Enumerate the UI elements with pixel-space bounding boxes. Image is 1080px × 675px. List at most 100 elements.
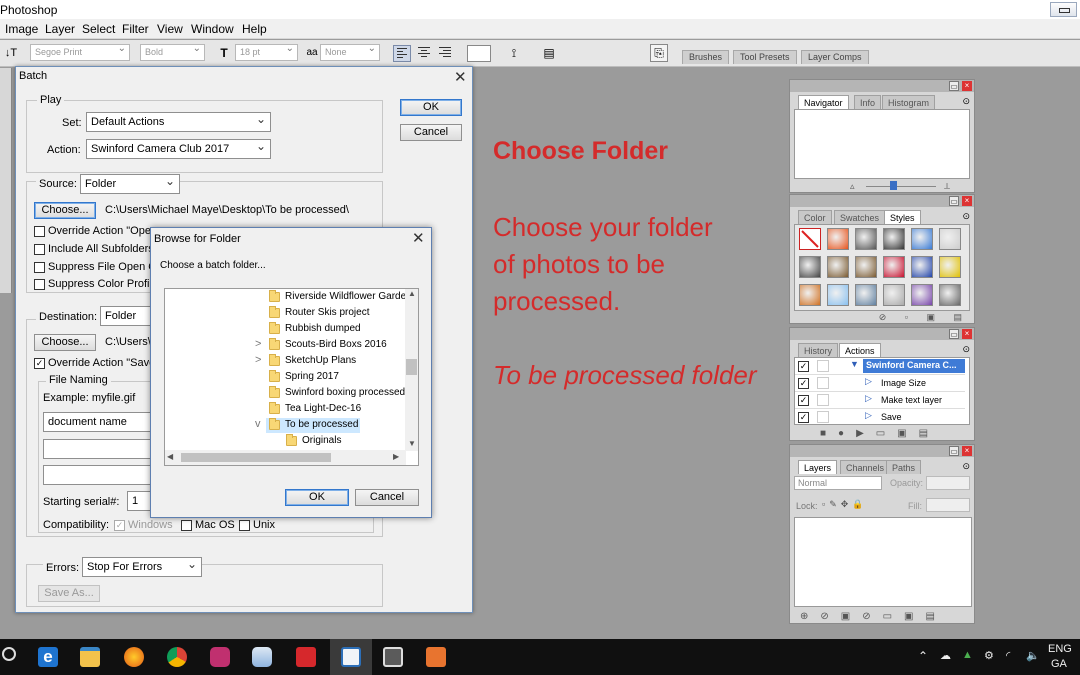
scroll-down-icon[interactable]: ▼ — [408, 439, 416, 448]
cloud-icon[interactable]: ☁ — [940, 649, 951, 662]
source-choose-button[interactable]: Choose... — [34, 202, 96, 219]
folder-node[interactable]: Rubbish dumped — [165, 322, 405, 337]
lock-icons[interactable]: ▫✎✥🔒 — [822, 499, 867, 510]
tab-swatches[interactable]: Swatches — [834, 210, 886, 224]
folder-node[interactable]: > Scouts-Bird Boxs 2016 — [165, 338, 405, 353]
network-device-icon[interactable]: ⚙ — [984, 649, 994, 662]
paint-icon[interactable] — [252, 647, 272, 667]
palette-close-button[interactable]: × — [962, 446, 972, 456]
style-swatch[interactable] — [911, 228, 933, 250]
restore-button[interactable] — [1050, 2, 1077, 17]
folder-node[interactable]: Swinford boxing processed — [165, 386, 405, 401]
edge-icon[interactable]: e — [38, 647, 58, 667]
style-swatch[interactable] — [855, 284, 877, 306]
style-swatch[interactable] — [799, 284, 821, 306]
menu-help[interactable]: Help — [242, 22, 267, 36]
tab-styles[interactable]: Styles — [884, 210, 921, 224]
text-orientation-icon[interactable]: ↓T — [2, 44, 20, 62]
file-browser-icon[interactable]: ⎘ — [650, 44, 668, 62]
folder-node[interactable]: Originals — [165, 434, 405, 449]
style-swatch[interactable] — [827, 228, 849, 250]
expand-icon[interactable]: ▷ — [865, 410, 872, 421]
palette-menu-icon[interactable]: ⊙ — [962, 96, 970, 107]
tab-layers[interactable]: Layers — [798, 460, 838, 474]
destination-choose-button[interactable]: Choose... — [34, 334, 96, 351]
scroll-up-icon[interactable]: ▲ — [408, 289, 416, 298]
scroll-right-icon[interactable]: ▶ — [393, 452, 399, 461]
tab-layer-comps[interactable]: Layer Comps — [801, 50, 869, 64]
browse-ok-button[interactable]: OK — [285, 489, 349, 506]
font-size-select[interactable]: 18 pt — [235, 43, 298, 61]
style-swatch[interactable] — [799, 228, 821, 250]
folder-node[interactable]: Riverside Wildflower Garden — [165, 290, 412, 305]
align-center-button[interactable] — [415, 45, 433, 62]
zoom-slider-thumb[interactable] — [890, 181, 897, 190]
zoom-slider[interactable]: ▵ ⟂ — [794, 181, 970, 193]
errors-select[interactable]: Stop For Errors — [82, 557, 202, 577]
palette-minimize-button[interactable]: ▭ — [949, 329, 959, 339]
align-right-button[interactable] — [436, 45, 454, 62]
compat-unix-checkbox[interactable] — [239, 520, 250, 531]
style-swatch[interactable] — [855, 228, 877, 250]
font-style-select[interactable]: Bold — [140, 43, 205, 61]
action-name[interactable]: Swinford Camera C... — [863, 359, 965, 373]
zoom-out-icon[interactable]: ▵ — [850, 181, 855, 192]
action-row[interactable]: ✓ ▼ Swinford Camera C... — [795, 358, 965, 375]
language-region[interactable]: GA — [1051, 658, 1067, 670]
style-swatch[interactable] — [939, 228, 961, 250]
file-name-part-1[interactable]: document name — [43, 412, 151, 432]
palette-minimize-button[interactable]: ▭ — [949, 196, 959, 206]
style-swatch[interactable] — [827, 256, 849, 278]
font-family-select[interactable]: Segoe Print — [30, 43, 130, 61]
menu-window[interactable]: Window — [191, 22, 234, 36]
zoom-in-icon[interactable]: ⟂ — [944, 181, 950, 192]
wifi-icon[interactable]: ◜ — [1006, 649, 1010, 662]
action-select[interactable]: Swinford Camera Club 2017 — [86, 139, 271, 159]
palette-menu-icon[interactable]: ⊙ — [962, 344, 970, 355]
set-select[interactable]: Default Actions — [86, 112, 271, 132]
cancel-button[interactable]: Cancel — [400, 124, 462, 141]
vertical-scrollbar[interactable]: ▲ ▼ — [405, 289, 418, 451]
blend-mode-select[interactable]: Normal — [794, 476, 882, 490]
chevron-right-icon[interactable]: > — [255, 338, 261, 350]
antialias-select[interactable]: None — [320, 43, 380, 61]
ok-button[interactable]: OK — [400, 99, 462, 116]
action-step[interactable]: Make text layer — [881, 395, 942, 405]
menu-select[interactable]: Select — [82, 22, 115, 36]
chevron-down-icon[interactable]: v — [255, 418, 261, 430]
save-as-button[interactable]: Save As... — [38, 585, 100, 602]
chrome-icon[interactable] — [167, 647, 187, 667]
app-icon-2[interactable] — [426, 647, 446, 667]
compat-macos-checkbox[interactable] — [181, 520, 192, 531]
palette-close-button[interactable]: × — [962, 329, 972, 339]
palette-menu-icon[interactable]: ⊙ — [962, 211, 970, 222]
action-step[interactable]: Image Size — [881, 378, 926, 388]
drive-icon[interactable]: ▲ — [962, 649, 973, 661]
opacity-field[interactable] — [926, 476, 970, 490]
search-icon[interactable] — [2, 647, 16, 661]
style-swatch[interactable] — [883, 228, 905, 250]
tab-color[interactable]: Color — [798, 210, 832, 224]
palette-close-button[interactable]: × — [962, 196, 972, 206]
scroll-left-icon[interactable]: ◀ — [167, 452, 173, 461]
suppress-open-checkbox[interactable] — [34, 262, 45, 273]
menu-view[interactable]: View — [157, 22, 183, 36]
text-color-swatch[interactable] — [467, 45, 491, 62]
file-name-part-3[interactable] — [43, 465, 151, 485]
style-swatch[interactable] — [799, 256, 821, 278]
tab-actions[interactable]: Actions — [839, 343, 881, 357]
menu-filter[interactable]: Filter — [122, 22, 149, 36]
tab-channels[interactable]: Channels — [840, 460, 891, 474]
action-row[interactable]: ✓ ▷ Save — [795, 409, 965, 426]
palettes-icon[interactable]: ▤ — [540, 44, 558, 62]
palette-menu-icon[interactable]: ⊙ — [962, 461, 970, 472]
menu-image[interactable]: Image — [5, 22, 38, 36]
chevron-up-icon[interactable]: ⌃ — [918, 649, 928, 663]
palette-minimize-button[interactable]: ▭ — [949, 446, 959, 456]
expand-icon[interactable]: ▼ — [850, 359, 859, 369]
folder-node[interactable]: Spring 2017 — [165, 370, 405, 385]
folder-node[interactable]: > SketchUp Plans — [165, 354, 405, 369]
style-swatch[interactable] — [939, 256, 961, 278]
volume-icon[interactable]: 🔈 — [1026, 649, 1040, 662]
language-code[interactable]: ENG — [1048, 643, 1072, 655]
